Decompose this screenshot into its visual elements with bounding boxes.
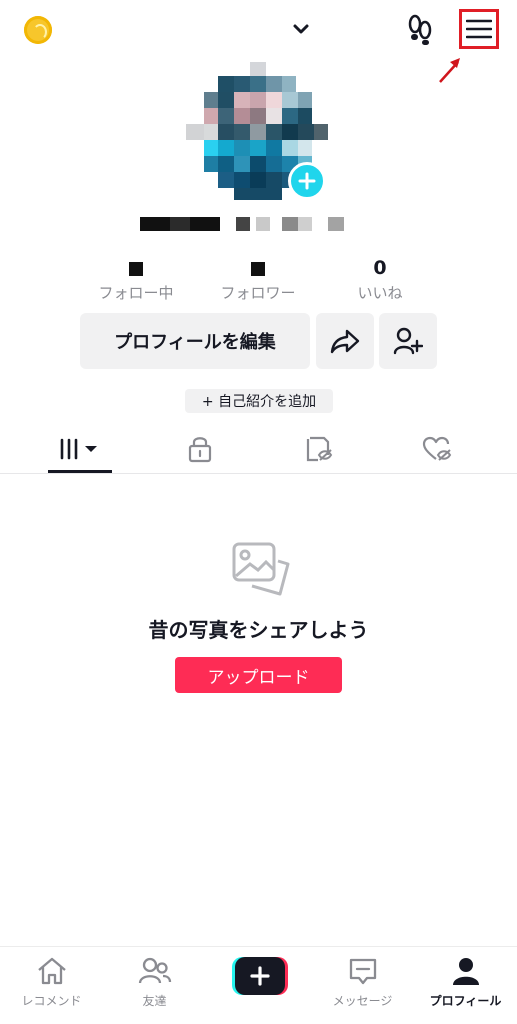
nav-friends[interactable]: 友達 [103, 954, 206, 1016]
share-arrow-icon [330, 329, 360, 354]
tab-reposts[interactable] [254, 426, 383, 472]
stat-likes[interactable]: 0 いいね [320, 256, 440, 303]
profile-icon [452, 958, 479, 985]
nav-label: レコメンド [21, 994, 82, 1008]
create-plus-icon[interactable] [232, 957, 288, 995]
stat-label: フォロワー [220, 284, 296, 302]
edit-profile-button[interactable]: プロフィールを編集 [80, 313, 310, 369]
stat-value-pixelated [129, 262, 143, 276]
chevron-down-icon[interactable] [288, 16, 314, 42]
stat-following[interactable]: フォロー中 [76, 256, 196, 303]
footprints-icon[interactable] [403, 12, 437, 46]
stat-value-pixelated [251, 262, 265, 276]
stat-label: フォロー中 [98, 284, 174, 302]
hidden-liked-icon [422, 436, 451, 461]
friends-icon [138, 957, 171, 984]
share-profile-button[interactable] [316, 313, 374, 369]
add-friend-button[interactable] [379, 313, 437, 369]
avatar-add-button[interactable] [288, 162, 326, 200]
add-bio-button[interactable]: + 自己紹介を追加 [185, 389, 333, 413]
nav-label: プロフィール [429, 994, 502, 1008]
stat-label: いいね [357, 284, 403, 302]
tab-liked[interactable] [373, 426, 502, 472]
nav-profile[interactable]: プロフィール [414, 954, 517, 1016]
photos-icon [232, 542, 290, 596]
stat-value: 0 [373, 257, 387, 279]
message-icon [349, 958, 376, 985]
username-pixelated [140, 217, 344, 231]
add-user-icon [393, 327, 423, 355]
nav-label: メッセージ [332, 994, 393, 1008]
coin-icon[interactable] [24, 16, 52, 44]
nav-home[interactable]: レコメンド [0, 954, 103, 1016]
nav-inbox[interactable]: メッセージ [311, 954, 414, 1016]
tab-videos[interactable] [16, 426, 145, 472]
hidden-repost-icon [306, 436, 332, 462]
divider [0, 473, 517, 474]
grid-icon [60, 438, 97, 460]
plus-icon [298, 172, 316, 190]
upload-button[interactable]: アップロード [175, 657, 342, 693]
empty-state-title: 昔の写真をシェアしよう [148, 618, 369, 642]
home-icon [37, 957, 66, 985]
bottom-nav-divider [0, 946, 517, 947]
tab-private[interactable] [135, 426, 264, 472]
pointer-arrow [439, 58, 460, 83]
lock-icon [188, 437, 211, 463]
nav-label: 友達 [142, 994, 167, 1008]
stat-followers[interactable]: フォロワー [198, 256, 318, 303]
hamburger-menu-icon[interactable] [459, 9, 499, 49]
